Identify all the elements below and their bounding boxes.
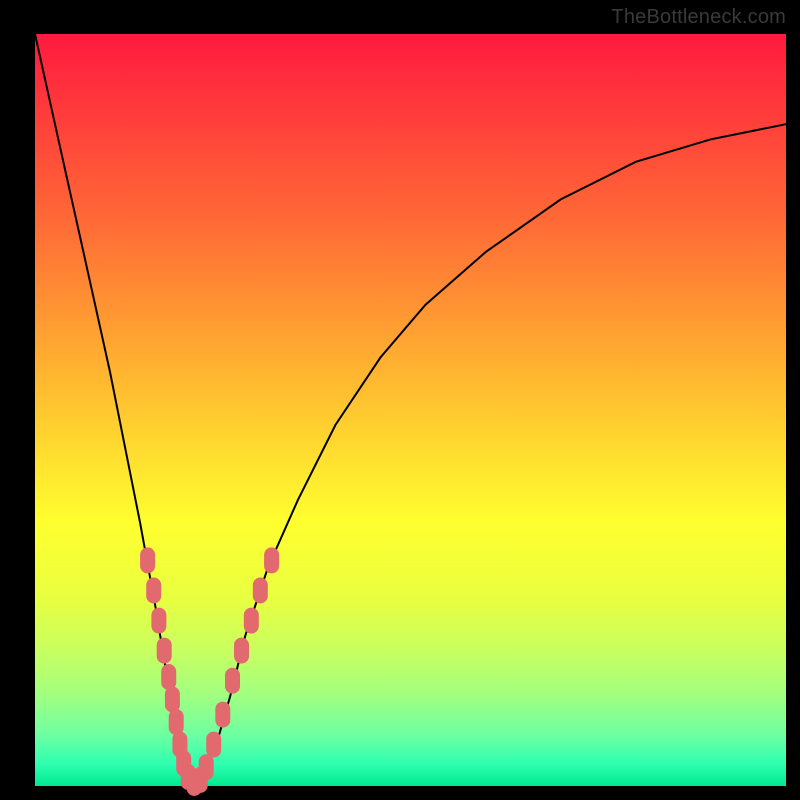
scatter-point	[165, 687, 180, 713]
chart-svg	[0, 0, 800, 800]
scatter-point	[206, 732, 221, 758]
scatter-point	[264, 547, 279, 573]
scatter-point	[234, 638, 249, 664]
scatter-point	[157, 638, 172, 664]
scatter-point	[169, 709, 184, 735]
scatter-point	[161, 664, 176, 690]
watermark-text: TheBottleneck.com	[611, 6, 786, 29]
scatter-point	[140, 547, 155, 573]
curve-bottleneck-curve	[35, 34, 786, 786]
scatter-point	[215, 702, 230, 728]
scatter-point	[253, 578, 268, 604]
scatter-point	[199, 754, 214, 780]
scatter-point	[146, 578, 161, 604]
scatter-point	[244, 608, 259, 634]
scatter-point	[151, 608, 166, 634]
scatter-point	[225, 668, 240, 694]
chart-frame: TheBottleneck.com	[0, 0, 800, 800]
